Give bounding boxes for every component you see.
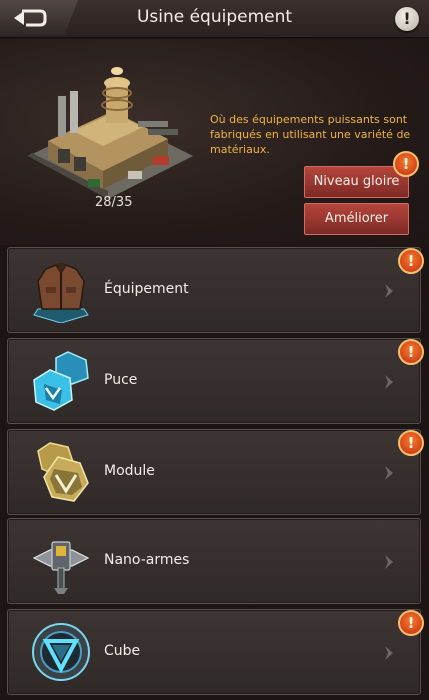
page-title: Usine équipement bbox=[136, 7, 293, 27]
menu-item-label: Équipement bbox=[104, 281, 189, 297]
chevron-right-icon bbox=[385, 375, 393, 389]
menu-item-label: Cube bbox=[104, 643, 141, 659]
cube-alert-icon: ! bbox=[398, 610, 424, 636]
cube-icon bbox=[32, 623, 90, 681]
building-level: 28/35 bbox=[95, 195, 133, 210]
chevron-right-icon bbox=[385, 284, 393, 298]
equipement-alert-icon: ! bbox=[398, 248, 424, 274]
menu-item-label: Module bbox=[104, 463, 155, 479]
menu-item-module[interactable]: Module bbox=[7, 429, 421, 515]
jacket-icon bbox=[33, 263, 89, 323]
menu-item-label: Nano-armes bbox=[104, 552, 190, 568]
puce-alert-icon: ! bbox=[398, 339, 424, 365]
top-bar: Usine équipement ! bbox=[0, 0, 429, 38]
info-button[interactable]: ! bbox=[395, 7, 419, 31]
module-icon bbox=[37, 442, 89, 502]
hammer-icon bbox=[32, 541, 90, 594]
chevron-right-icon bbox=[385, 555, 393, 569]
module-alert-icon: ! bbox=[398, 430, 424, 456]
chip-icon bbox=[33, 351, 89, 411]
menu-item-puce[interactable]: Puce bbox=[7, 338, 421, 424]
building-panel: 28/35 Où des équipements puissants sont … bbox=[0, 39, 429, 245]
menu-item-nano-armes[interactable]: Nano-armes bbox=[7, 518, 421, 604]
chevron-right-icon bbox=[385, 646, 393, 660]
glory-alert-icon: ! bbox=[393, 151, 419, 177]
menu-item-cube[interactable]: Cube bbox=[7, 609, 421, 695]
upgrade-button[interactable]: Améliorer bbox=[304, 203, 409, 235]
chevron-right-icon bbox=[385, 466, 393, 480]
menu-item-label: Puce bbox=[104, 372, 138, 388]
menu-item-equipement[interactable]: Équipement bbox=[7, 247, 421, 333]
factory-building-icon bbox=[28, 67, 193, 199]
building-description: Où des équipements puissants sont fabriq… bbox=[210, 113, 411, 156]
glory-level-button[interactable]: Niveau gloire bbox=[304, 166, 409, 198]
